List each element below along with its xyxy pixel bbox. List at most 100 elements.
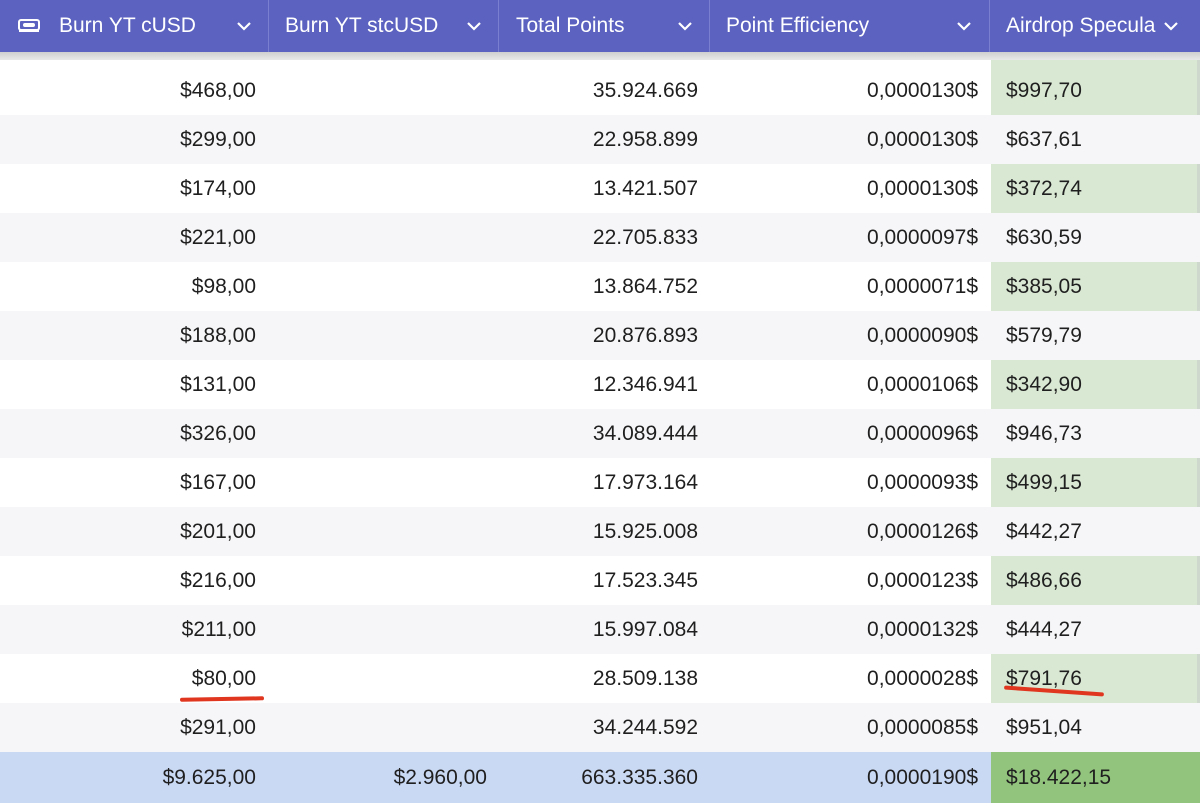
table-row[interactable]: $326,00 34.089.444 0,0000096$ $946,73 bbox=[0, 409, 1200, 458]
cell-point-efficiency: 0,0000106$ bbox=[867, 372, 978, 396]
cell-burn-yt-stcusd bbox=[270, 605, 487, 654]
cell-point-efficiency: 0,0000123$ bbox=[867, 568, 978, 592]
cell-airdrop-speculation: $499,15 bbox=[1006, 470, 1082, 494]
table-row[interactable]: $98,00 13.864.752 0,0000071$ $385,05 bbox=[0, 262, 1200, 311]
cell-burn-yt-stcusd bbox=[270, 409, 487, 458]
cell-airdrop-speculation: $372,74 bbox=[1006, 176, 1082, 200]
cell-point-efficiency: 0,0000028$ bbox=[867, 666, 978, 690]
table-row[interactable]: $211,00 15.997.084 0,0000132$ $444,27 bbox=[0, 605, 1200, 654]
cell-burn-yt-stcusd bbox=[270, 115, 487, 164]
cell-burn-yt-stcusd bbox=[270, 556, 487, 605]
total-airdrop-speculation: $18.422,15 bbox=[1006, 765, 1112, 789]
total-burn-yt-cusd: $9.625,00 bbox=[162, 765, 256, 789]
table-row[interactable]: $201,00 15.925.008 0,0000126$ $442,27 bbox=[0, 507, 1200, 556]
cell-burn-yt-cusd: $299,00 bbox=[180, 127, 256, 151]
cell-burn-yt-cusd: $221,00 bbox=[180, 225, 256, 249]
chevron-down-icon[interactable] bbox=[1161, 16, 1181, 36]
cell-total-points: 15.925.008 bbox=[592, 519, 698, 543]
cell-total-points: 12.346.941 bbox=[592, 372, 698, 396]
cell-burn-yt-cusd: $326,00 bbox=[180, 421, 256, 445]
chevron-down-icon[interactable] bbox=[954, 16, 974, 36]
cell-burn-yt-cusd: $80,00 bbox=[191, 666, 256, 690]
column-header-label: Point Efficiency bbox=[726, 14, 870, 37]
header-shadow bbox=[0, 52, 1200, 60]
cell-total-points: 20.876.893 bbox=[592, 323, 698, 347]
column-header-label: Airdrop Specula bbox=[1006, 14, 1156, 37]
cell-burn-yt-stcusd bbox=[270, 164, 487, 213]
cell-total-points: 13.421.507 bbox=[592, 176, 698, 200]
column-header-label: Burn YT stcUSD bbox=[285, 14, 439, 37]
table-row[interactable]: $80,00 28.509.138 0,0000028$ $791,76 bbox=[0, 654, 1200, 703]
cell-total-points: 35.924.669 bbox=[592, 78, 698, 102]
total-burn-yt-stcusd: $2.960,00 bbox=[393, 765, 487, 789]
cell-total-points: 17.523.345 bbox=[592, 568, 698, 592]
column-header-point-efficiency[interactable]: Point Efficiency bbox=[726, 0, 941, 52]
total-point-efficiency: 0,0000190$ bbox=[867, 765, 978, 789]
cell-burn-yt-cusd: $188,00 bbox=[180, 323, 256, 347]
table-row[interactable]: $216,00 17.523.345 0,0000123$ $486,66 bbox=[0, 556, 1200, 605]
cell-point-efficiency: 0,0000090$ bbox=[867, 323, 978, 347]
cell-burn-yt-cusd: $174,00 bbox=[180, 176, 256, 200]
cell-burn-yt-cusd: $167,00 bbox=[180, 470, 256, 494]
cell-point-efficiency: 0,0000130$ bbox=[867, 176, 978, 200]
cell-total-points: 28.509.138 bbox=[592, 666, 698, 690]
table-row[interactable]: $188,00 20.876.893 0,0000090$ $579,79 bbox=[0, 311, 1200, 360]
table-row[interactable]: $468,00 35.924.669 0,0000130$ $997,70 bbox=[0, 66, 1200, 115]
cell-total-points: 15.997.084 bbox=[592, 617, 698, 641]
cell-total-points: 13.864.752 bbox=[592, 274, 698, 298]
column-header-burn-yt-cusd[interactable]: Burn YT cUSD bbox=[59, 0, 229, 52]
column-divider bbox=[989, 0, 990, 52]
cell-burn-yt-stcusd bbox=[270, 458, 487, 507]
chevron-down-icon[interactable] bbox=[234, 16, 254, 36]
cell-airdrop-speculation: $342,90 bbox=[1006, 372, 1082, 396]
column-divider bbox=[498, 0, 499, 52]
column-header-label: Burn YT cUSD bbox=[59, 14, 196, 37]
cell-burn-yt-stcusd bbox=[270, 262, 487, 311]
cell-airdrop-speculation: $385,05 bbox=[1006, 274, 1082, 298]
cell-point-efficiency: 0,0000097$ bbox=[867, 225, 978, 249]
table-row[interactable]: $291,00 34.244.592 0,0000085$ $951,04 bbox=[0, 703, 1200, 752]
chevron-down-icon[interactable] bbox=[464, 16, 484, 36]
total-points-total: 663.335.360 bbox=[581, 765, 698, 789]
cell-total-points: 34.089.444 bbox=[592, 421, 698, 445]
cell-total-points: 34.244.592 bbox=[592, 715, 698, 739]
cell-airdrop-speculation: $486,66 bbox=[1006, 568, 1082, 592]
cell-point-efficiency: 0,0000130$ bbox=[867, 78, 978, 102]
table-row[interactable]: $167,00 17.973.164 0,0000093$ $499,15 bbox=[0, 458, 1200, 507]
chevron-down-icon[interactable] bbox=[675, 16, 695, 36]
totals-row: $9.625,00 $2.960,00 663.335.360 0,000019… bbox=[0, 752, 1200, 803]
column-header-total-points[interactable]: Total Points bbox=[516, 0, 666, 52]
cell-burn-yt-cusd: $291,00 bbox=[180, 715, 256, 739]
table-header: Burn YT cUSD Burn YT stcUSD Total Points… bbox=[0, 0, 1200, 52]
table-row[interactable]: $221,00 22.705.833 0,0000097$ $630,59 bbox=[0, 213, 1200, 262]
cell-point-efficiency: 0,0000096$ bbox=[867, 421, 978, 445]
column-header-airdrop-speculation[interactable]: Airdrop Specula bbox=[1006, 0, 1156, 52]
cell-burn-yt-stcusd bbox=[270, 507, 487, 556]
cell-point-efficiency: 0,0000093$ bbox=[867, 470, 978, 494]
cell-total-points: 17.973.164 bbox=[592, 470, 698, 494]
cell-total-points: 22.958.899 bbox=[592, 127, 698, 151]
column-header-label: Total Points bbox=[516, 14, 625, 37]
cell-burn-yt-stcusd bbox=[270, 66, 487, 115]
cell-point-efficiency: 0,0000126$ bbox=[867, 519, 978, 543]
cell-burn-yt-cusd: $211,00 bbox=[181, 617, 256, 641]
cell-airdrop-speculation: $630,59 bbox=[1006, 225, 1082, 249]
cell-burn-yt-cusd: $468,00 bbox=[180, 78, 256, 102]
cell-burn-yt-cusd: $98,00 bbox=[191, 274, 256, 298]
cell-airdrop-speculation: $951,04 bbox=[1006, 715, 1082, 739]
table-row[interactable]: $174,00 13.421.507 0,0000130$ $372,74 bbox=[0, 164, 1200, 213]
cell-burn-yt-stcusd bbox=[270, 360, 487, 409]
cell-burn-yt-cusd: $131,00 bbox=[180, 372, 256, 396]
column-header-burn-yt-stcusd[interactable]: Burn YT stcUSD bbox=[285, 0, 460, 52]
cell-airdrop-speculation: $442,27 bbox=[1006, 519, 1082, 543]
column-divider bbox=[268, 0, 269, 52]
cell-airdrop-speculation: $579,79 bbox=[1006, 323, 1082, 347]
cell-point-efficiency: 0,0000085$ bbox=[867, 715, 978, 739]
table-row[interactable]: $131,00 12.346.941 0,0000106$ $342,90 bbox=[0, 360, 1200, 409]
cell-point-efficiency: 0,0000130$ bbox=[867, 127, 978, 151]
table-row[interactable]: $299,00 22.958.899 0,0000130$ $637,61 bbox=[0, 115, 1200, 164]
cell-airdrop-speculation: $637,61 bbox=[1006, 127, 1082, 151]
column-divider bbox=[709, 0, 710, 52]
cell-burn-yt-stcusd bbox=[270, 311, 487, 360]
cell-point-efficiency: 0,0000071$ bbox=[867, 274, 978, 298]
